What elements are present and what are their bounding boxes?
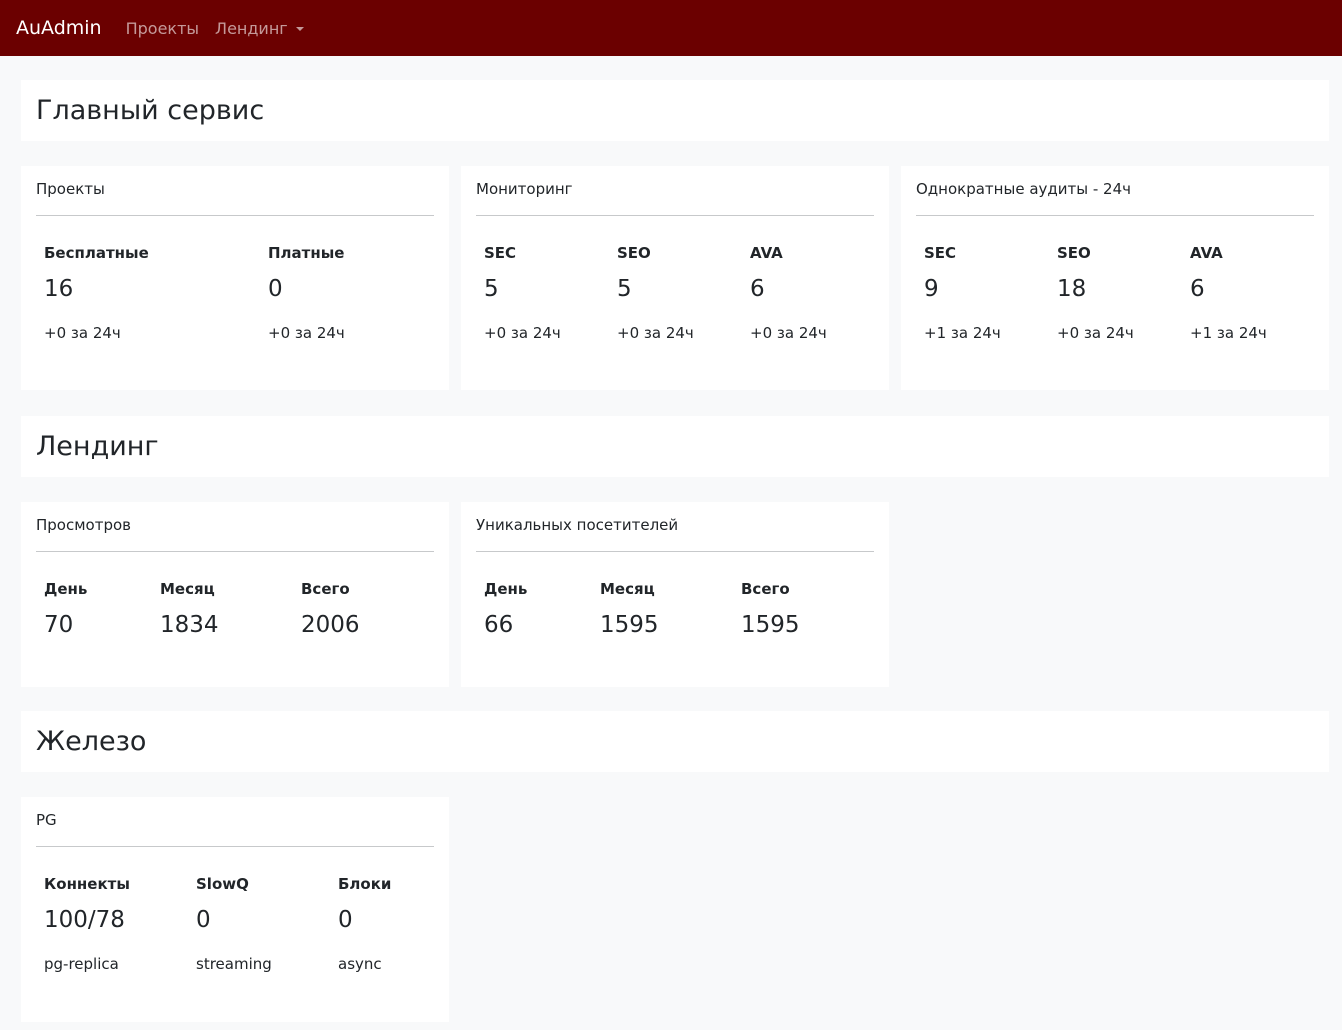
stats-row: Коннекты 100/78 pg-replica SlowQ 0 strea… <box>36 847 434 975</box>
stat-value: 6 <box>750 276 765 302</box>
card-title-audits: Однократные аудиты - 24ч <box>916 166 1314 216</box>
stat-value: 1595 <box>600 612 659 638</box>
stat-label: Всего <box>741 580 790 598</box>
card-views: Просмотров День 70 Месяц 1834 Всего 2006 <box>21 502 449 687</box>
section-header-landing: Лендинг <box>21 416 1329 477</box>
stat-label: SEO <box>617 244 651 262</box>
stats-row: День 66 Месяц 1595 Всего 1595 <box>476 552 874 642</box>
stat-delta: +1 за 24ч <box>924 324 1001 342</box>
nav-dropdown-landing[interactable]: Лендинг <box>215 19 304 38</box>
stat-delta: +0 за 24ч <box>750 324 827 342</box>
stat-value: 70 <box>44 612 74 638</box>
stat-value: 1595 <box>741 612 800 638</box>
card-title-pg: PG <box>36 797 434 847</box>
stat-value: 5 <box>617 276 632 302</box>
stat-value: 0 <box>338 907 353 933</box>
stat-value: 6 <box>1190 276 1205 302</box>
stat-monitoring-seo: SEO 5 +0 за 24ч <box>617 216 750 344</box>
stat-monitoring-ava: AVA 6 +0 за 24ч <box>750 216 870 344</box>
stat-value: 16 <box>44 276 74 302</box>
stat-audits-sec: SEC 9 +1 за 24ч <box>924 216 1057 344</box>
stat-label: День <box>484 580 528 598</box>
stat-value: 2006 <box>301 612 360 638</box>
stat-visitors-day: День 66 <box>484 552 600 642</box>
brand-link[interactable]: AuAdmin <box>16 17 102 39</box>
stat-delta: +0 за 24ч <box>268 324 345 342</box>
stat-delta: streaming <box>196 955 272 973</box>
card-pg: PG Коннекты 100/78 pg-replica SlowQ 0 st… <box>21 797 449 1022</box>
stat-label: SEO <box>1057 244 1091 262</box>
stat-pg-connects: Коннекты 100/78 pg-replica <box>44 847 196 975</box>
stat-label: AVA <box>1190 244 1223 262</box>
nav-link-projects-label: Проекты <box>125 18 200 38</box>
card-monitoring: Мониторинг SEC 5 +0 за 24ч SEO 5 +0 за 2… <box>461 166 889 390</box>
stat-delta: +1 за 24ч <box>1190 324 1267 342</box>
stat-delta: async <box>338 955 382 973</box>
section-title-hardware: Железо <box>36 726 147 757</box>
stat-views-total: Всего 2006 <box>301 552 431 642</box>
stat-delta: +0 за 24ч <box>1057 324 1134 342</box>
card-title-monitoring: Мониторинг <box>476 166 874 216</box>
stats-row: SEC 5 +0 за 24ч SEO 5 +0 за 24ч AVA 6 +0… <box>476 216 874 344</box>
stat-visitors-month: Месяц 1595 <box>600 552 741 642</box>
stat-label: SEC <box>924 244 957 262</box>
stat-value: 18 <box>1057 276 1087 302</box>
section-header-main: Главный сервис <box>21 80 1329 141</box>
stat-delta: +0 за 24ч <box>617 324 694 342</box>
stat-value: 100/78 <box>44 907 125 933</box>
stat-label: AVA <box>750 244 783 262</box>
card-title-views: Просмотров <box>36 502 434 552</box>
caret-down-icon <box>295 27 304 31</box>
stat-free-projects: Бесплатные 16 +0 за 24ч <box>44 216 268 344</box>
card-projects: Проекты Бесплатные 16 +0 за 24ч Платные … <box>21 166 449 390</box>
stat-label: День <box>44 580 88 598</box>
stat-label: Бесплатные <box>44 244 149 262</box>
stat-visitors-total: Всего 1595 <box>741 552 871 642</box>
stat-label: SlowQ <box>196 875 249 893</box>
stats-row: Бесплатные 16 +0 за 24ч Платные 0 +0 за … <box>36 216 434 344</box>
section-header-hardware: Железо <box>21 711 1329 772</box>
stat-audits-ava: AVA 6 +1 за 24ч <box>1190 216 1310 344</box>
stat-label: Месяц <box>600 580 655 598</box>
stat-label: Всего <box>301 580 350 598</box>
stat-label: Платные <box>268 244 345 262</box>
stats-row: SEC 9 +1 за 24ч SEO 18 +0 за 24ч AVA 6 +… <box>916 216 1314 344</box>
card-visitors: Уникальных посетителей День 66 Месяц 159… <box>461 502 889 687</box>
section-title-main: Главный сервис <box>36 95 265 126</box>
stat-value: 1834 <box>160 612 219 638</box>
stat-monitoring-sec: SEC 5 +0 за 24ч <box>484 216 617 344</box>
nav-dropdown-landing-label: Лендинг <box>215 18 288 38</box>
stat-label: Коннекты <box>44 875 130 893</box>
card-title-projects: Проекты <box>36 166 434 216</box>
stat-value: 0 <box>196 907 211 933</box>
stat-pg-blocks: Блоки 0 async <box>338 847 434 975</box>
navbar: AuAdmin Проекты Лендинг <box>0 0 1342 56</box>
card-audits: Однократные аудиты - 24ч SEC 9 +1 за 24ч… <box>901 166 1329 390</box>
stat-label: SEC <box>484 244 517 262</box>
stat-delta: +0 за 24ч <box>484 324 561 342</box>
stat-value: 0 <box>268 276 283 302</box>
card-title-visitors: Уникальных посетителей <box>476 502 874 552</box>
stat-audits-seo: SEO 18 +0 за 24ч <box>1057 216 1190 344</box>
section-title-landing: Лендинг <box>36 431 159 462</box>
stat-paid-projects: Платные 0 +0 за 24ч <box>268 216 438 344</box>
stat-pg-slowq: SlowQ 0 streaming <box>196 847 338 975</box>
stat-value: 9 <box>924 276 939 302</box>
stat-views-day: День 70 <box>44 552 160 642</box>
stat-value: 5 <box>484 276 499 302</box>
stat-delta: +0 за 24ч <box>44 324 121 342</box>
stat-value: 66 <box>484 612 514 638</box>
stat-label: Блоки <box>338 875 392 893</box>
main-content: Главный сервис Проекты Бесплатные 16 +0 … <box>0 56 1342 1030</box>
stat-label: Месяц <box>160 580 215 598</box>
nav-link-projects[interactable]: Проекты <box>126 19 199 38</box>
stat-views-month: Месяц 1834 <box>160 552 301 642</box>
stats-row: День 70 Месяц 1834 Всего 2006 <box>36 552 434 642</box>
stat-delta: pg-replica <box>44 955 119 973</box>
